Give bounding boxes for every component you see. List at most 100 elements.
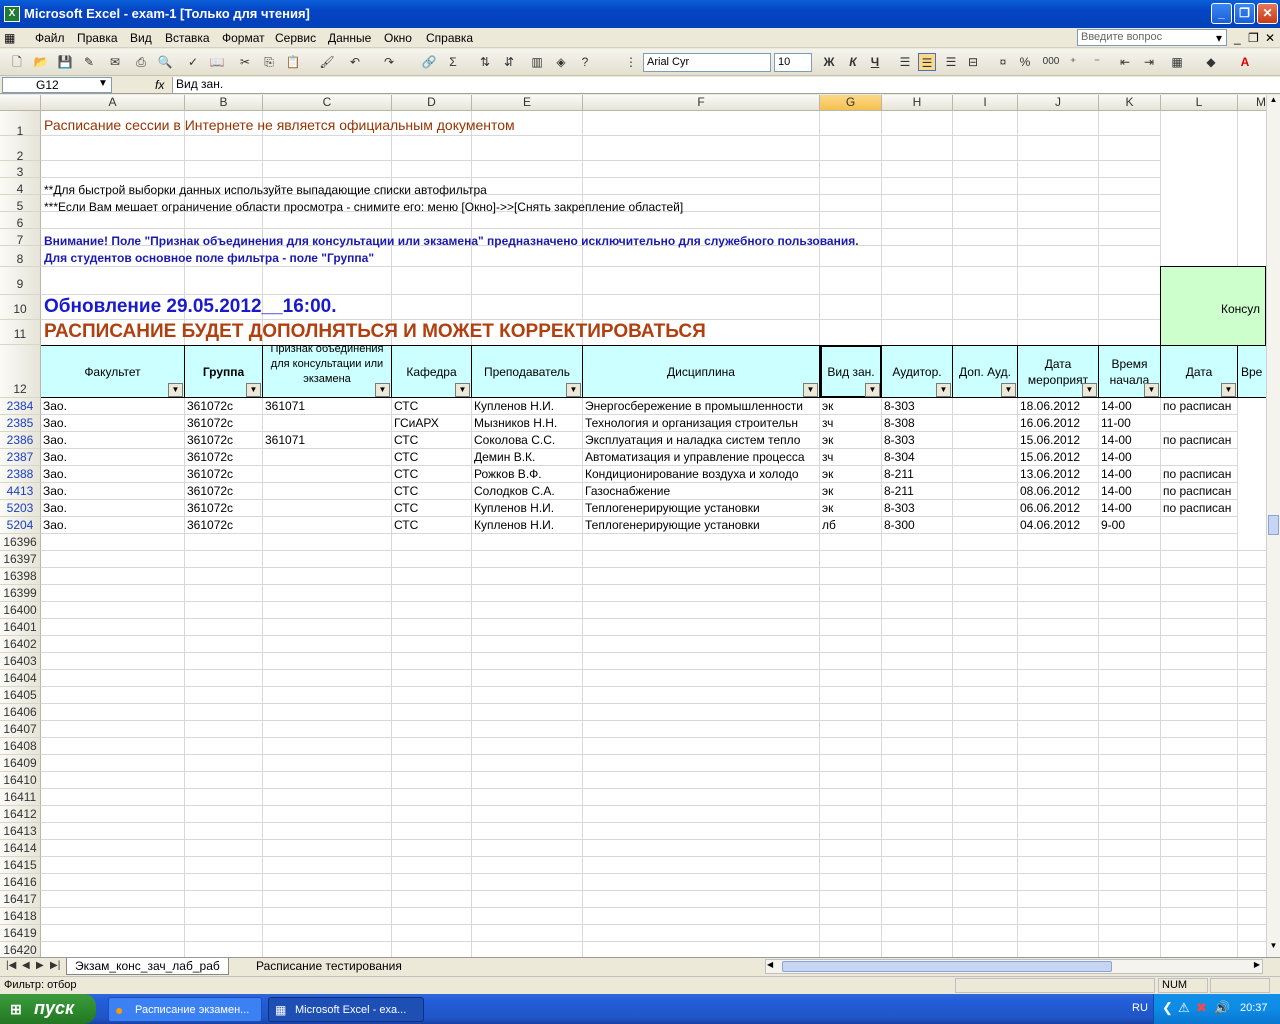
- cell-a[interactable]: Зао.: [41, 449, 185, 466]
- ask-question-input[interactable]: Введите вопрос: [1077, 29, 1227, 46]
- row-header[interactable]: 12: [0, 345, 41, 398]
- cell-e[interactable]: Солодков С.А.: [472, 483, 583, 500]
- row-header[interactable]: 6: [0, 212, 41, 230]
- autofilter-dropdown[interactable]: ▼: [803, 383, 818, 397]
- menu-file[interactable]: Файл: [35, 31, 65, 45]
- vertical-scrollbar[interactable]: ▲ ▼: [1266, 95, 1280, 957]
- cell-j[interactable]: 13.06.2012: [1018, 466, 1099, 483]
- row-header[interactable]: 3: [0, 161, 41, 179]
- row-header[interactable]: 16396: [0, 534, 41, 551]
- column-header-f[interactable]: F: [583, 95, 820, 111]
- column-header-h[interactable]: H: [882, 95, 953, 111]
- cell-b[interactable]: 361072с: [185, 517, 263, 534]
- scroll-right-icon[interactable]: ▶: [1254, 960, 1260, 969]
- sheet-tab-exam[interactable]: Экзам_конс_зач_лаб_раб: [66, 958, 229, 975]
- autosum-icon[interactable]: Σ: [444, 53, 462, 71]
- chart-wizard-icon[interactable]: ▥: [528, 53, 546, 71]
- row-header[interactable]: 4: [0, 178, 41, 196]
- format-painter-icon[interactable]: 🖌: [318, 53, 336, 71]
- cell-j[interactable]: 18.06.2012: [1018, 398, 1099, 415]
- cell-k[interactable]: 14-00: [1099, 466, 1161, 483]
- cell-j[interactable]: 15.06.2012: [1018, 449, 1099, 466]
- cell-j[interactable]: 16.06.2012: [1018, 415, 1099, 432]
- cell-e[interactable]: Купленов Н.И.: [472, 517, 583, 534]
- column-header-a[interactable]: A: [41, 95, 185, 111]
- cell-i[interactable]: [953, 449, 1018, 466]
- cell-c[interactable]: 361071: [263, 398, 392, 415]
- column-header-m[interactable]: M: [1238, 95, 1266, 111]
- font-color-icon[interactable]: A: [1236, 53, 1254, 71]
- insert-function-button[interactable]: fx: [155, 78, 164, 92]
- cell-k[interactable]: 9-00: [1099, 517, 1161, 534]
- doc-restore-button[interactable]: ❐: [1248, 31, 1259, 45]
- italic-button[interactable]: К: [844, 53, 862, 71]
- name-box[interactable]: G12: [2, 77, 112, 93]
- cell-d[interactable]: СТС: [392, 466, 472, 483]
- row-header[interactable]: 2386: [0, 432, 41, 449]
- cell-f[interactable]: Теплогенерирующие установки: [583, 517, 820, 534]
- row-header[interactable]: 16400: [0, 602, 41, 619]
- scroll-up-icon[interactable]: ▲: [1267, 95, 1280, 109]
- doc-close-button[interactable]: ✕: [1265, 31, 1275, 45]
- merge-center-icon[interactable]: ⊟: [964, 53, 982, 71]
- cell-f[interactable]: Технология и организация строительн: [583, 415, 820, 432]
- row-header[interactable]: 16410: [0, 772, 41, 789]
- taskbar-item-browser[interactable]: ● Расписание экзамен...: [108, 997, 262, 1022]
- column-header-b[interactable]: B: [185, 95, 263, 111]
- autofilter-dropdown[interactable]: ▼: [168, 383, 183, 397]
- hyperlink-icon[interactable]: 🔗: [420, 53, 438, 71]
- help-icon[interactable]: ?: [576, 53, 594, 71]
- menu-help[interactable]: Справка: [426, 31, 473, 45]
- scroll-thumb[interactable]: [1268, 515, 1279, 535]
- row-header[interactable]: 16405: [0, 687, 41, 704]
- cell-b[interactable]: 361072с: [185, 415, 263, 432]
- font-size-select[interactable]: 10: [774, 53, 812, 72]
- minimize-button[interactable]: _: [1211, 3, 1232, 24]
- cell-d[interactable]: СТС: [392, 483, 472, 500]
- cell-f[interactable]: Эксплуатация и наладка систем тепло: [583, 432, 820, 449]
- align-center-icon[interactable]: ☰: [918, 53, 936, 71]
- first-sheet-icon[interactable]: |◀: [6, 960, 16, 971]
- column-header-l[interactable]: L: [1161, 95, 1238, 111]
- currency-icon[interactable]: ¤: [994, 53, 1012, 71]
- cell-f[interactable]: Газоснабжение: [583, 483, 820, 500]
- autofilter-dropdown[interactable]: ▼: [375, 383, 390, 397]
- row-header[interactable]: 16409: [0, 755, 41, 772]
- cell-i[interactable]: [953, 500, 1018, 517]
- percent-button[interactable]: %: [1016, 53, 1034, 71]
- cell-k[interactable]: 14-00: [1099, 449, 1161, 466]
- column-header-k[interactable]: K: [1099, 95, 1161, 111]
- cell-c[interactable]: [263, 500, 392, 517]
- menu-tools[interactable]: Сервис: [275, 31, 316, 45]
- column-header-g[interactable]: G: [820, 95, 882, 111]
- autofilter-dropdown[interactable]: ▼: [1221, 383, 1236, 397]
- cell-k[interactable]: 14-00: [1099, 398, 1161, 415]
- cell-c[interactable]: [263, 466, 392, 483]
- cell-b[interactable]: 361072с: [185, 398, 263, 415]
- close-button[interactable]: ✕: [1257, 3, 1278, 24]
- sort-descending-icon[interactable]: ⇵: [500, 53, 518, 71]
- menu-window[interactable]: Окно: [384, 31, 412, 45]
- cell-l[interactable]: по расписан: [1161, 432, 1238, 449]
- sheet-tab-testing[interactable]: Расписание тестирования: [248, 958, 410, 975]
- cell-g[interactable]: эк: [820, 500, 882, 517]
- cell-e[interactable]: Рожков В.Ф.: [472, 466, 583, 483]
- column-header-e[interactable]: E: [472, 95, 583, 111]
- cell-j[interactable]: 15.06.2012: [1018, 432, 1099, 449]
- next-sheet-icon[interactable]: ▶: [36, 960, 44, 971]
- cell-f[interactable]: Кондиционирование воздуха и холодо: [583, 466, 820, 483]
- permission-icon[interactable]: ✎: [80, 53, 98, 71]
- cell-i[interactable]: [953, 483, 1018, 500]
- cell-j[interactable]: 06.06.2012: [1018, 500, 1099, 517]
- cell-a[interactable]: Зао.: [41, 517, 185, 534]
- name-box-dropdown-icon[interactable]: ▼: [98, 78, 108, 89]
- scroll-left-icon[interactable]: ◀: [767, 960, 773, 969]
- row-header[interactable]: 11: [0, 320, 41, 345]
- row-header[interactable]: 16411: [0, 789, 41, 806]
- scroll-down-icon[interactable]: ▼: [1267, 941, 1280, 955]
- cell-e[interactable]: Купленов Н.И.: [472, 398, 583, 415]
- worksheet-grid[interactable]: A B C D E F G H I J K L M 1 2 3 4 5 6 7 …: [0, 95, 1266, 957]
- cut-icon[interactable]: ✂: [236, 53, 254, 71]
- cell-i[interactable]: [953, 415, 1018, 432]
- menu-insert[interactable]: Вставка: [165, 31, 210, 45]
